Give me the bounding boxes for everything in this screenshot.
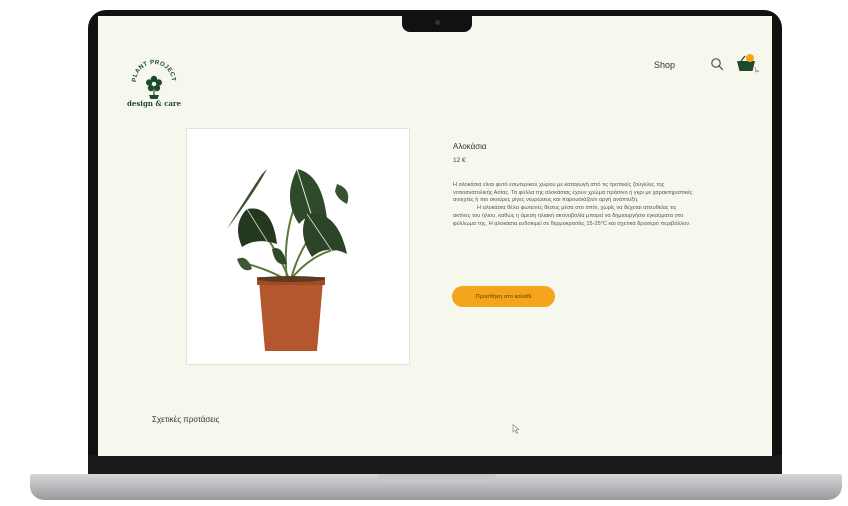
search-icon[interactable]	[710, 57, 724, 71]
description-paragraph-2: Η αλοκάσια θέλει φωτεινές θέσεις μέσα στ…	[453, 205, 691, 227]
product-price: 12 €	[453, 157, 466, 164]
laptop-base	[30, 474, 842, 500]
description-paragraph-1: Η αλοκάσια είναι φυτό εσωτερικού χώρου μ…	[453, 182, 693, 204]
product-image	[186, 128, 410, 365]
mouse-cursor-icon	[512, 424, 520, 434]
logo-arc-text: PLANT PROJECTS	[124, 52, 177, 82]
product-title: Αλοκάσια	[453, 142, 487, 151]
laptop-opening-notch	[378, 474, 496, 482]
related-products-heading: Σχετικές προτάσεις	[152, 415, 220, 424]
alocasia-plant-image	[227, 168, 349, 351]
svg-text:PLANT PROJECTS: PLANT PROJECTS	[124, 52, 177, 82]
add-to-cart-button[interactable]: Προσθήκη στο καλάθι	[452, 286, 555, 307]
cart-count-badge	[746, 54, 754, 62]
camera-icon	[435, 20, 440, 25]
product-description: Η αλοκάσια είναι φυτό εσωτερικού χώρου μ…	[453, 182, 693, 228]
logo-subtitle: design & care	[127, 99, 182, 108]
camera-notch	[402, 16, 472, 32]
nav-shop-link[interactable]: Shop	[654, 60, 675, 70]
browser-viewport: PLANT PROJECTS design & care Shop	[98, 16, 772, 456]
